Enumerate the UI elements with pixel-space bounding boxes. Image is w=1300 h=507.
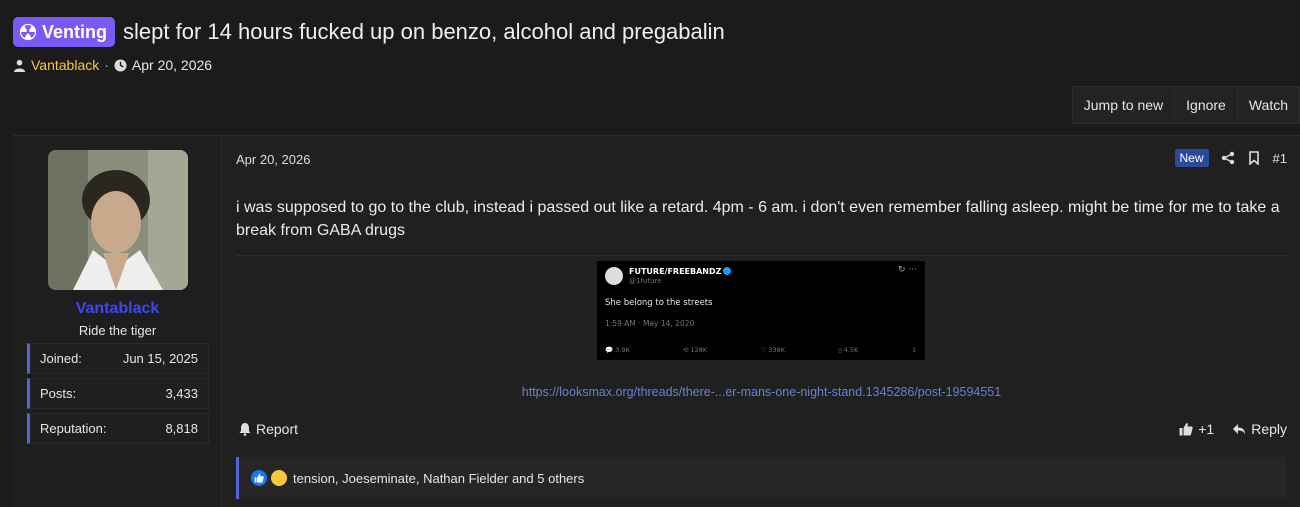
post-number[interactable]: #1 bbox=[1273, 151, 1287, 166]
post-main-cell: Apr 20, 2026 New #1 i was supposed to go… bbox=[236, 136, 1287, 507]
stat-value[interactable]: 3,433 bbox=[165, 386, 198, 401]
divider bbox=[236, 255, 1287, 256]
thread-meta: Vantablack · Apr 20, 2026 bbox=[13, 57, 1287, 73]
like-button[interactable]: +1 bbox=[1179, 421, 1214, 437]
stat-posts: Posts: 3,433 bbox=[27, 378, 209, 409]
report-button[interactable]: Report bbox=[238, 421, 298, 437]
reply-button[interactable]: Reply bbox=[1232, 421, 1287, 437]
like-reaction-icon bbox=[251, 470, 267, 486]
tweet-handle: @1future bbox=[629, 277, 662, 285]
ignore-button[interactable]: Ignore bbox=[1174, 87, 1237, 123]
post-link[interactable]: https://looksmax.org/threads/there-...er… bbox=[236, 385, 1287, 399]
stat-joined: Joined: Jun 15, 2025 bbox=[27, 343, 209, 374]
tweet-share-icon: ⇪ bbox=[911, 346, 917, 354]
prefix-badge[interactable]: Venting bbox=[13, 17, 116, 47]
title-row: Venting slept for 14 hours fucked up on … bbox=[13, 16, 1287, 48]
reply-label: Reply bbox=[1251, 421, 1287, 437]
user-title: Ride the tiger bbox=[78, 323, 157, 338]
stat-label: Posts: bbox=[40, 386, 77, 401]
reply-icon bbox=[1233, 424, 1246, 435]
user-icon bbox=[13, 59, 26, 72]
user-stats: Joined: Jun 15, 2025 Posts: 3,433 Reputa… bbox=[27, 343, 209, 448]
thumbs-up-icon bbox=[1179, 423, 1193, 436]
avatar[interactable] bbox=[48, 150, 188, 290]
like-count: +1 bbox=[1198, 421, 1215, 437]
tweet-avatar bbox=[605, 267, 623, 285]
post-body: i was supposed to go to the club, instea… bbox=[236, 199, 1280, 239]
tweet-likes: ♡ 338K bbox=[760, 346, 785, 354]
reactions-text[interactable]: tension, Joeseminate, Nathan Fielder and… bbox=[293, 471, 584, 486]
post-footer-actions: Report +1 Reply bbox=[236, 421, 1287, 443]
stat-label: Joined: bbox=[40, 351, 82, 366]
meta-separator: · bbox=[104, 57, 109, 73]
username[interactable]: Vantablack bbox=[13, 300, 222, 318]
reactions-bar[interactable]: tension, Joeseminate, Nathan Fielder and… bbox=[236, 457, 1287, 499]
new-badge: New bbox=[1174, 149, 1209, 167]
post-tools: New #1 bbox=[1174, 149, 1287, 167]
radiation-icon bbox=[19, 23, 37, 41]
share-icon[interactable] bbox=[1221, 151, 1235, 165]
thread-date[interactable]: Apr 20, 2026 bbox=[132, 57, 212, 73]
stat-label: Reputation: bbox=[40, 421, 107, 436]
tweet-replies: 💬 3.9K bbox=[605, 346, 630, 354]
thread-action-bar: Jump to new Ignore Watch bbox=[1071, 86, 1300, 124]
embedded-tweet-image[interactable]: FUTURE/FREEBANDZ @1future ↻ ··· She belo… bbox=[596, 260, 926, 361]
post-user-cell: Vantablack Ride the tiger Joined: Jun 15… bbox=[13, 136, 222, 507]
tweet-bookmarks: ▯ 4.5K bbox=[838, 346, 859, 354]
stat-reputation: Reputation: 8,818 bbox=[27, 413, 209, 444]
clock-icon bbox=[114, 58, 127, 72]
tweet-time: 1:59 AM · May 14, 2020 bbox=[605, 319, 695, 328]
verified-icon bbox=[723, 267, 732, 275]
tweet-name: FUTURE/FREEBANDZ bbox=[629, 267, 732, 276]
post-right-actions: +1 Reply bbox=[1179, 421, 1287, 437]
jump-to-new-button[interactable]: Jump to new bbox=[1073, 87, 1174, 123]
report-label: Report bbox=[256, 421, 299, 437]
thread-title: slept for 14 hours fucked up on benzo, a… bbox=[123, 19, 725, 44]
tweet-retweets: ⟲ 128K bbox=[682, 346, 708, 354]
post: Vantablack Ride the tiger Joined: Jun 15… bbox=[13, 135, 1300, 507]
laugh-reaction-icon bbox=[271, 470, 287, 486]
prefix-label: Venting bbox=[42, 21, 108, 42]
tweet-text: She belong to the streets bbox=[605, 298, 713, 308]
thread-header: Venting slept for 14 hours fucked up on … bbox=[13, 16, 1287, 73]
tweet-stats: 💬 3.9K ⟲ 128K ♡ 338K ▯ 4.5K ⇪ bbox=[605, 346, 917, 354]
thread-author-link[interactable]: Vantablack bbox=[31, 57, 99, 73]
watch-button[interactable]: Watch bbox=[1236, 87, 1299, 123]
stat-value: Jun 15, 2025 bbox=[122, 351, 198, 366]
post-date[interactable]: Apr 20, 2026 bbox=[236, 152, 310, 167]
tweet-more-icon: ↻ ··· bbox=[898, 265, 917, 275]
stat-value: 8,818 bbox=[165, 421, 198, 436]
bookmark-icon[interactable] bbox=[1247, 151, 1261, 165]
bell-icon bbox=[239, 423, 251, 436]
